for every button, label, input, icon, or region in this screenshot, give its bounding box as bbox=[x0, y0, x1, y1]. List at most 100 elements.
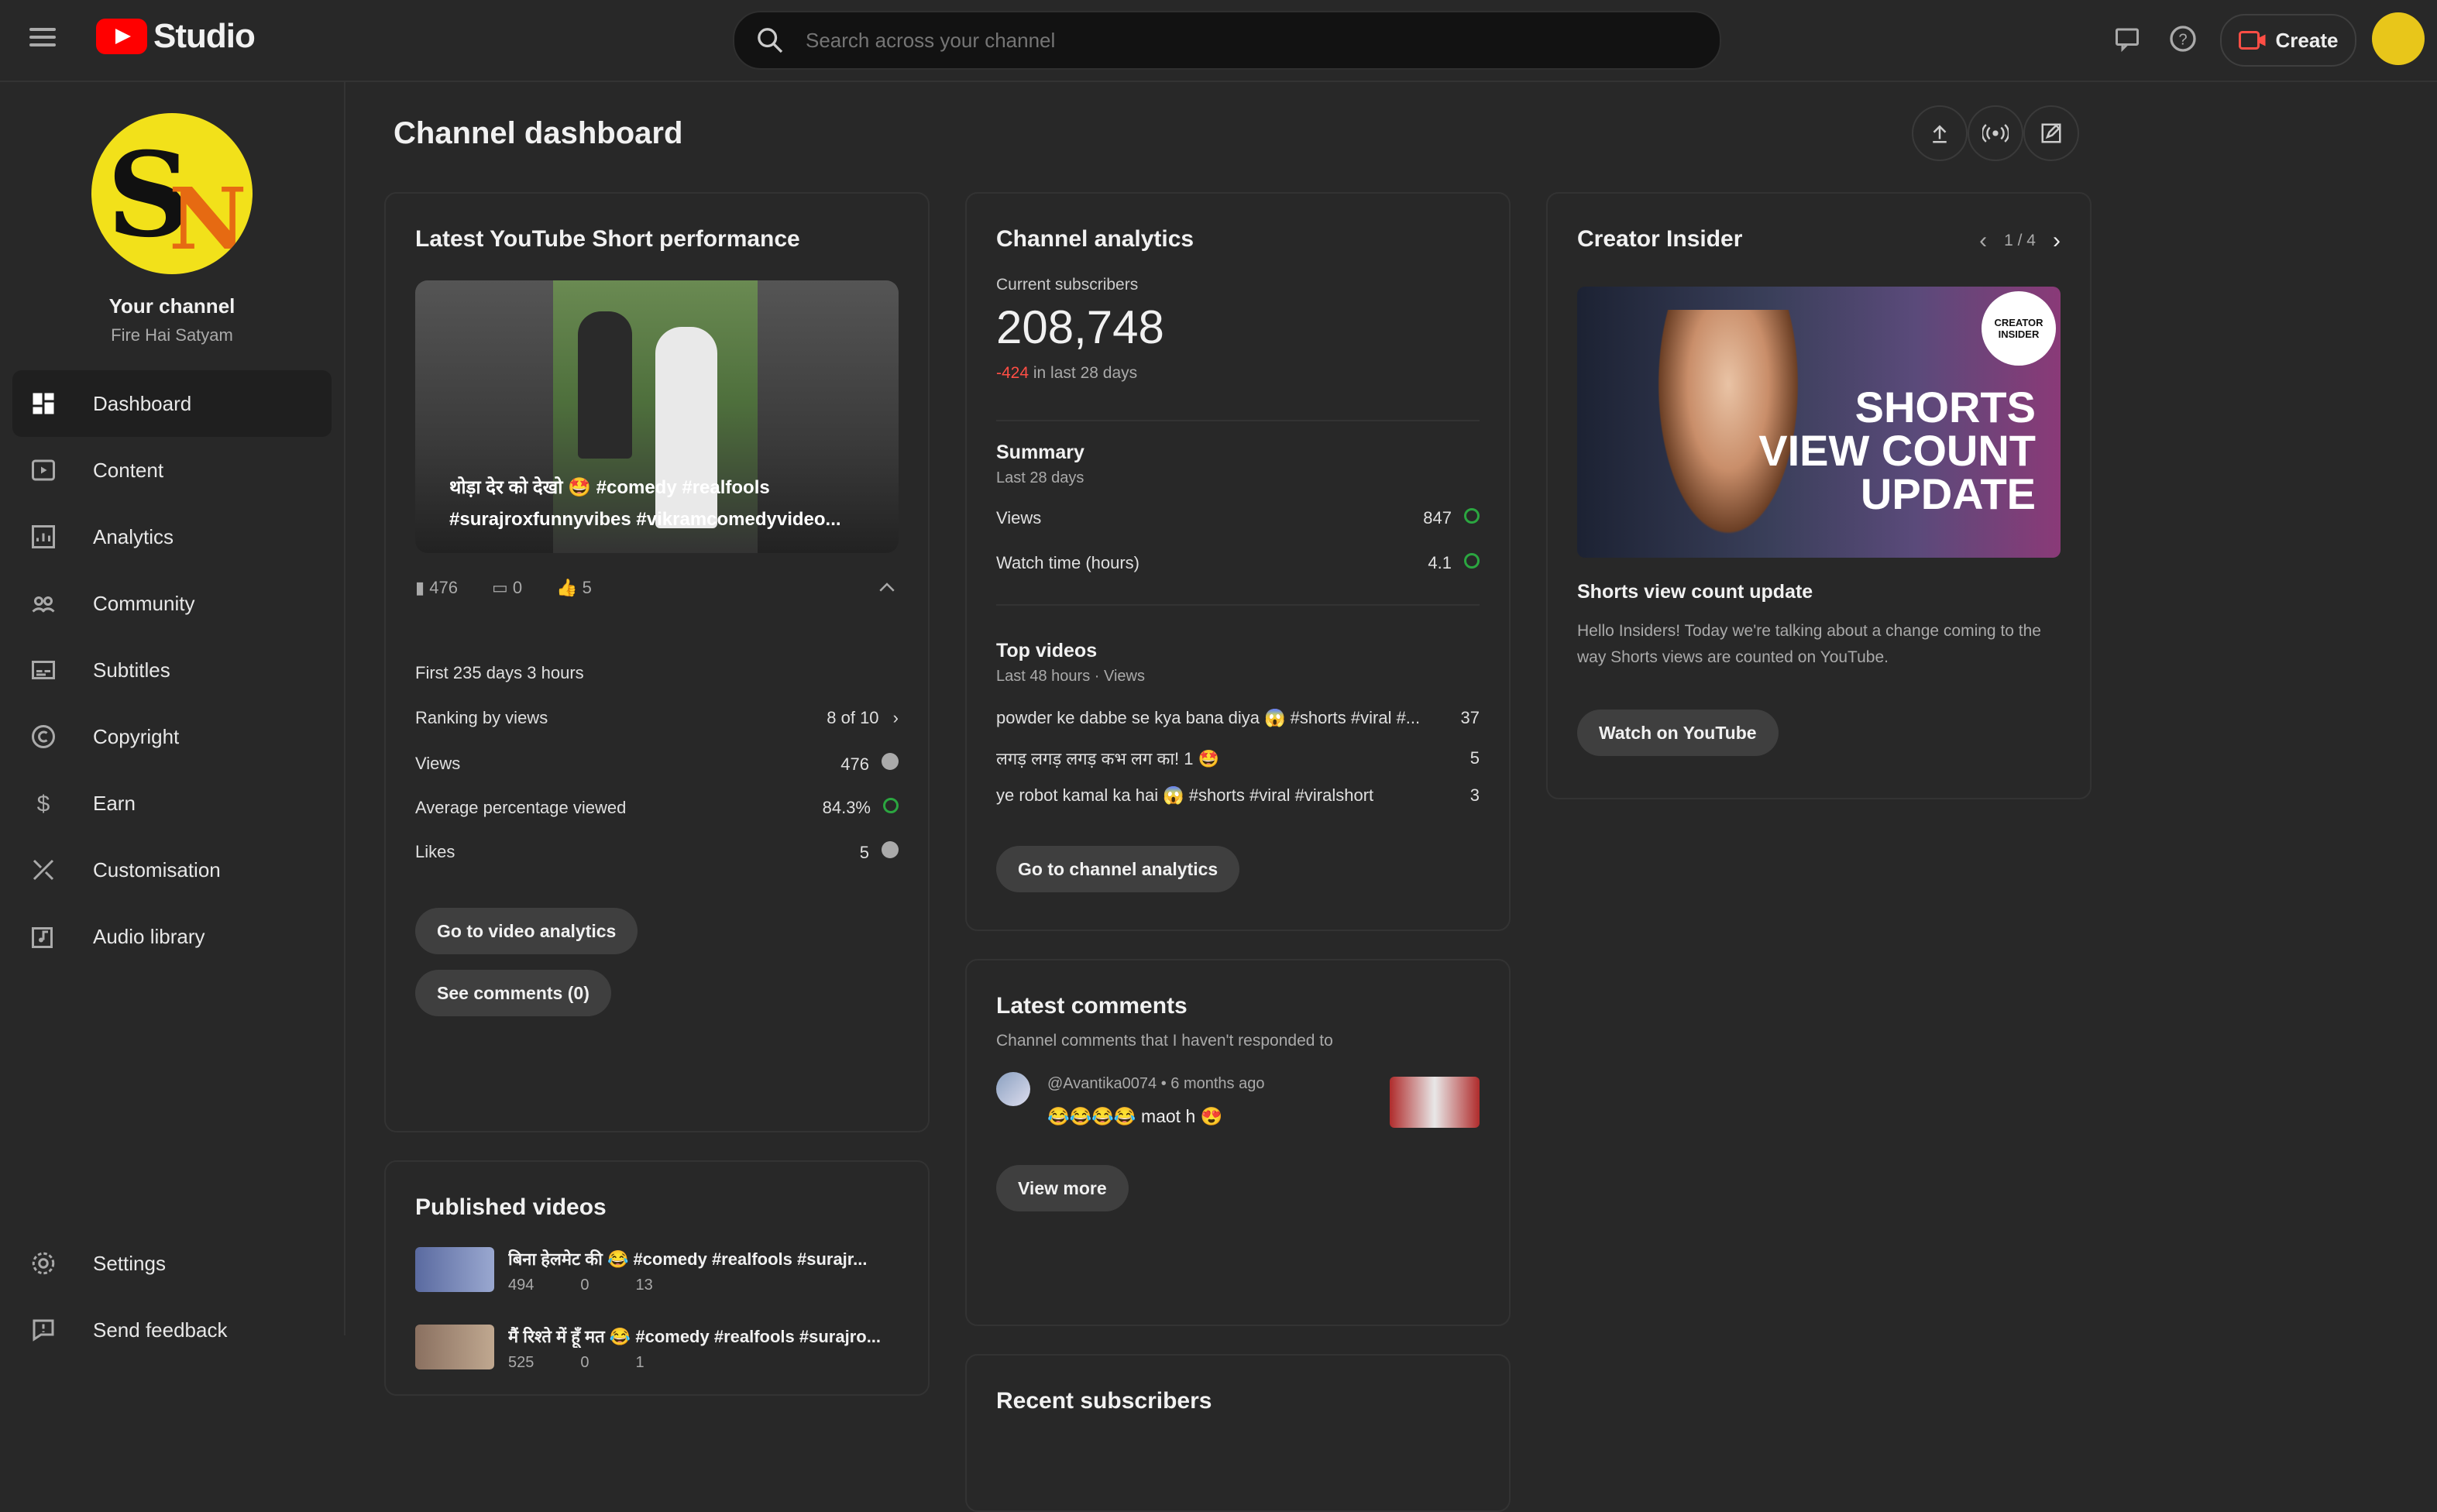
list-item[interactable]: मैं रिश्ते में हूँ मत 😂 #comedy #realfoo… bbox=[415, 1325, 895, 1372]
help-icon[interactable]: ? bbox=[2164, 20, 2202, 57]
stat-value: 84.3% bbox=[822, 798, 871, 817]
channel-name[interactable]: Your channel bbox=[0, 294, 344, 318]
sidebar-item-label: Earn bbox=[93, 791, 136, 815]
check-icon bbox=[883, 798, 899, 813]
go-to-channel-analytics-button[interactable]: Go to channel analytics bbox=[996, 846, 1240, 892]
sidebar-item-settings[interactable]: Settings bbox=[12, 1230, 332, 1297]
summary-row-views: Views 847 bbox=[996, 508, 1480, 528]
sidebar-item-analytics[interactable]: Analytics bbox=[12, 503, 332, 570]
svg-text:?: ? bbox=[2178, 32, 2187, 49]
avatar[interactable] bbox=[996, 1072, 1030, 1106]
upload-button[interactable] bbox=[1912, 105, 1968, 161]
view-more-button[interactable]: View more bbox=[996, 1165, 1129, 1211]
top-video-title[interactable]: लगड़ लगड़ लगड़ कभ लग का! 1 🤩 bbox=[996, 747, 1219, 770]
likes-count: 13 bbox=[635, 1277, 653, 1294]
insider-video-thumbnail[interactable]: CREATOR INSIDER SHORTS VIEW COUNT UPDATE bbox=[1577, 287, 2061, 558]
top-video-title[interactable]: ye robot kamal ka hai 😱 #shorts #viral #… bbox=[996, 785, 1373, 806]
create-label: Create bbox=[2275, 28, 2339, 52]
collapse-chevron-icon[interactable] bbox=[875, 576, 899, 603]
menu-icon[interactable] bbox=[29, 23, 60, 54]
card-title: Latest comments bbox=[996, 993, 1188, 1019]
sidebar-item-label: Community bbox=[93, 591, 195, 615]
sidebar-item-content[interactable]: Content bbox=[12, 437, 332, 503]
views-count: 494 bbox=[508, 1277, 534, 1294]
comment-icon: ▭ bbox=[491, 578, 508, 597]
thumbs-up-icon: 👍 bbox=[556, 578, 578, 597]
info-icon[interactable] bbox=[882, 753, 899, 770]
comment-author[interactable]: @Avantika0074 • 6 months ago bbox=[1047, 1075, 1264, 1093]
sidebar-item-customisation[interactable]: Customisation bbox=[12, 837, 332, 903]
list-item[interactable]: बिना हेलमेट की 😂 #comedy #realfools #sur… bbox=[415, 1247, 895, 1294]
summary-subtitle: Last 28 days bbox=[996, 469, 1084, 486]
short-caption: थोड़ा देर को देखो 🤩 #comedy #realfools #… bbox=[449, 477, 841, 530]
video-thumbnail[interactable] bbox=[415, 1247, 494, 1292]
top-video-row[interactable]: ye robot kamal ka hai 😱 #shorts #viral #… bbox=[996, 785, 1480, 806]
insider-video-title[interactable]: Shorts view count update bbox=[1577, 581, 1813, 603]
sidebar-item-audio-library[interactable]: Audio library bbox=[12, 903, 332, 970]
card-title: Creator Insider bbox=[1577, 226, 1743, 252]
top-video-title[interactable]: powder ke dabbe se kya bana diya 😱 #shor… bbox=[996, 708, 1420, 728]
video-title[interactable]: मैं रिश्ते में हूँ मत 😂 #comedy #realfoo… bbox=[508, 1325, 895, 1348]
sidebar-item-community[interactable]: Community bbox=[12, 570, 332, 637]
comments-stat: ▭ 0 bbox=[492, 578, 522, 598]
messages-icon[interactable] bbox=[2109, 20, 2146, 57]
info-icon[interactable] bbox=[882, 841, 899, 858]
brand-label: Studio bbox=[153, 17, 256, 55]
sidebar-item-copyright[interactable]: Copyright bbox=[12, 703, 332, 770]
account-avatar[interactable] bbox=[2372, 12, 2425, 65]
video-thumbnail[interactable] bbox=[415, 1325, 494, 1369]
top-video-views: 5 bbox=[1469, 748, 1480, 768]
views-count: 525 bbox=[508, 1354, 534, 1371]
check-icon bbox=[1464, 508, 1480, 524]
sidebar-item-label: Customisation bbox=[93, 857, 221, 881]
search-bar[interactable] bbox=[733, 11, 1721, 70]
card-title: Published videos bbox=[415, 1194, 607, 1220]
sidebar-item-earn[interactable]: $ Earn bbox=[12, 770, 332, 837]
sidebar-item-subtitles[interactable]: Subtitles bbox=[12, 637, 332, 703]
comment-text: 😂😂😂😂 maot h 😍 bbox=[1047, 1106, 1223, 1126]
upload-icon bbox=[1933, 125, 1947, 143]
comments-count: 0 bbox=[580, 1277, 589, 1294]
thumbnail-text: SHORTS VIEW COUNT UPDATE bbox=[1758, 383, 2036, 518]
check-icon bbox=[1464, 553, 1480, 569]
comments-count: 0 bbox=[580, 1354, 589, 1371]
create-post-button[interactable] bbox=[2023, 105, 2079, 161]
edit-icon bbox=[2041, 123, 2061, 143]
sidebar-item-label: Subtitles bbox=[93, 658, 170, 682]
community-icon bbox=[28, 588, 59, 619]
page-title: Channel dashboard bbox=[394, 116, 683, 150]
sidebar: SN Your channel Fire Hai Satyam Dashboar… bbox=[0, 82, 345, 1342]
chevron-right-icon: › bbox=[892, 708, 899, 727]
comment-video-thumbnail[interactable] bbox=[1390, 1077, 1480, 1128]
sidebar-item-dashboard[interactable]: Dashboard bbox=[12, 370, 332, 437]
video-plus-icon bbox=[2238, 31, 2266, 50]
see-comments-button[interactable]: See comments (0) bbox=[415, 970, 611, 1016]
create-button[interactable]: Create bbox=[2220, 14, 2356, 67]
change-value: -424 bbox=[996, 364, 1029, 382]
top-video-row[interactable]: powder ke dabbe se kya bana diya 😱 #shor… bbox=[996, 708, 1480, 728]
stat-row-ranking[interactable]: Ranking by views 8 of 10 › bbox=[415, 708, 899, 728]
subscribers-count: 208,748 bbox=[996, 301, 1164, 353]
top-video-row[interactable]: लगड़ लगड़ लगड़ कभ लग का! 1 🤩 5 bbox=[996, 747, 1480, 770]
sidebar-item-send-feedback[interactable]: Send feedback bbox=[12, 1297, 332, 1363]
watch-on-youtube-button[interactable]: Watch on YouTube bbox=[1577, 710, 1779, 756]
search-input[interactable] bbox=[804, 27, 1659, 53]
channel-avatar[interactable]: SN bbox=[91, 113, 253, 274]
top-videos-title: Top videos bbox=[996, 640, 1098, 662]
short-thumbnail[interactable]: थोड़ा देर को देखो 🤩 #comedy #realfools #… bbox=[415, 280, 899, 553]
go-to-video-analytics-button[interactable]: Go to video analytics bbox=[415, 908, 638, 954]
video-title[interactable]: बिना हेलमेट की 😂 #comedy #realfools #sur… bbox=[508, 1247, 895, 1270]
card-title: Latest YouTube Short performance bbox=[415, 226, 800, 252]
creator-insider-badge: CREATOR INSIDER bbox=[1982, 291, 2056, 366]
studio-logo[interactable]: Studio bbox=[96, 17, 256, 56]
views-icon: ▮ bbox=[415, 578, 425, 597]
stat-value: 4.1 bbox=[1428, 553, 1452, 572]
summary-title: Summary bbox=[996, 442, 1084, 463]
main-content: Channel dashboard Latest YouTube Short p… bbox=[345, 82, 2437, 1512]
views-stat: ▮ 476 bbox=[415, 578, 458, 598]
subtitles-icon bbox=[28, 655, 59, 686]
go-live-button[interactable] bbox=[1968, 105, 2023, 161]
youtube-logo-icon bbox=[96, 19, 147, 54]
chevron-left-icon[interactable]: ‹ bbox=[1979, 228, 1987, 254]
chevron-right-icon[interactable]: › bbox=[2053, 228, 2061, 254]
